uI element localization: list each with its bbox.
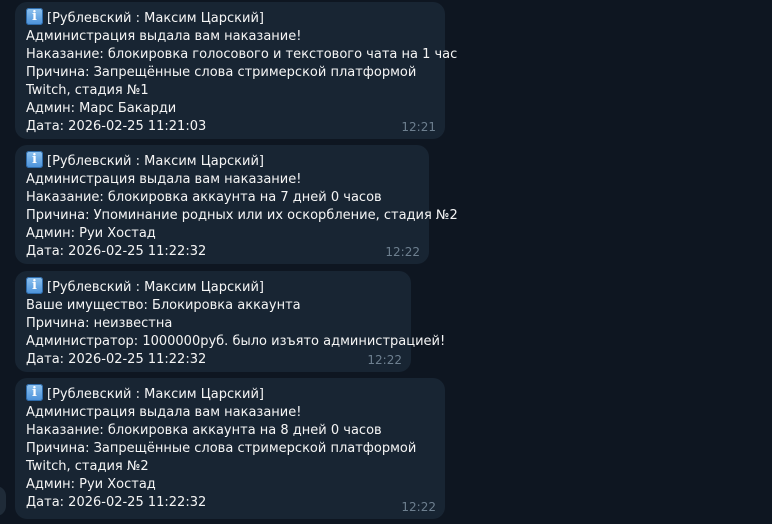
- message-bubble[interactable]: [Рублевский : Максим Царский] Ваше имуще…: [15, 271, 446, 372]
- avatar-edge: [0, 486, 6, 516]
- message-line: Наказание: блокировка аккаунта на 8 дней…: [26, 423, 382, 438]
- message-line: Дата: 2026-02-25 11:21:03: [26, 119, 207, 134]
- message-header: [Рублевский : Максим Царский]: [26, 384, 433, 404]
- message-line: Дата: 2026-02-25 11:22:32: [26, 495, 207, 510]
- message-header-text: [Рублевский : Максим Царский]: [47, 280, 264, 295]
- info-icon: [26, 384, 43, 401]
- message-line: Причина: Упоминание родных или их оскорб…: [26, 208, 458, 223]
- message-time: 12:22: [367, 353, 402, 367]
- info-icon: [26, 8, 43, 25]
- message-header-text: [Рублевский : Максим Царский]: [47, 11, 264, 26]
- message-line: Админ: Марс Бакарди: [26, 101, 177, 116]
- message-bubble[interactable]: [Рублевский : Максим Царский] Администра…: [15, 145, 458, 264]
- message-time: 12:22: [385, 245, 420, 259]
- message-line: Админ: Руи Хостад: [26, 226, 156, 241]
- message-header: [Рублевский : Максим Царский]: [26, 8, 433, 28]
- info-icon: [26, 151, 43, 168]
- message-header-text: [Рублевский : Максим Царский]: [47, 387, 264, 402]
- message-line: Администрация выдала вам наказание!: [26, 172, 302, 187]
- message-line: Админ: Руи Хостад: [26, 477, 156, 492]
- chat-message-list: [Рублевский : Максим Царский] Администра…: [0, 0, 772, 524]
- message-line: Причина: Запрещённые слова стримерской п…: [26, 441, 417, 474]
- message-line: Причина: неизвестна: [26, 316, 173, 331]
- message-header-text: [Рублевский : Максим Царский]: [47, 154, 264, 169]
- message-time: 12:22: [401, 500, 436, 514]
- message-bubble[interactable]: [Рублевский : Максим Царский] Администра…: [15, 2, 458, 139]
- message-line: Администратор: 1000000руб. было изъято а…: [26, 334, 446, 349]
- message-time: 12:21: [401, 120, 436, 134]
- message-bubble[interactable]: [Рублевский : Максим Царский] Администра…: [15, 378, 445, 519]
- message-line: Причина: Запрещённые слова стримерской п…: [26, 65, 417, 98]
- message-line: Дата: 2026-02-25 11:22:32: [26, 352, 207, 367]
- info-icon: [26, 277, 43, 294]
- message-line: Дата: 2026-02-25 11:22:32: [26, 244, 207, 259]
- message-header: [Рублевский : Максим Царский]: [26, 151, 417, 171]
- message-line: Администрация выдала вам наказание!: [26, 29, 302, 44]
- message-line: Наказание: блокировка голосового и текст…: [26, 47, 458, 62]
- message-header: [Рублевский : Максим Царский]: [26, 277, 399, 297]
- message-line: Администрация выдала вам наказание!: [26, 405, 302, 420]
- message-line: Наказание: блокировка аккаунта на 7 дней…: [26, 190, 382, 205]
- message-line: Ваше имущество: Блокировка аккаунта: [26, 298, 301, 313]
